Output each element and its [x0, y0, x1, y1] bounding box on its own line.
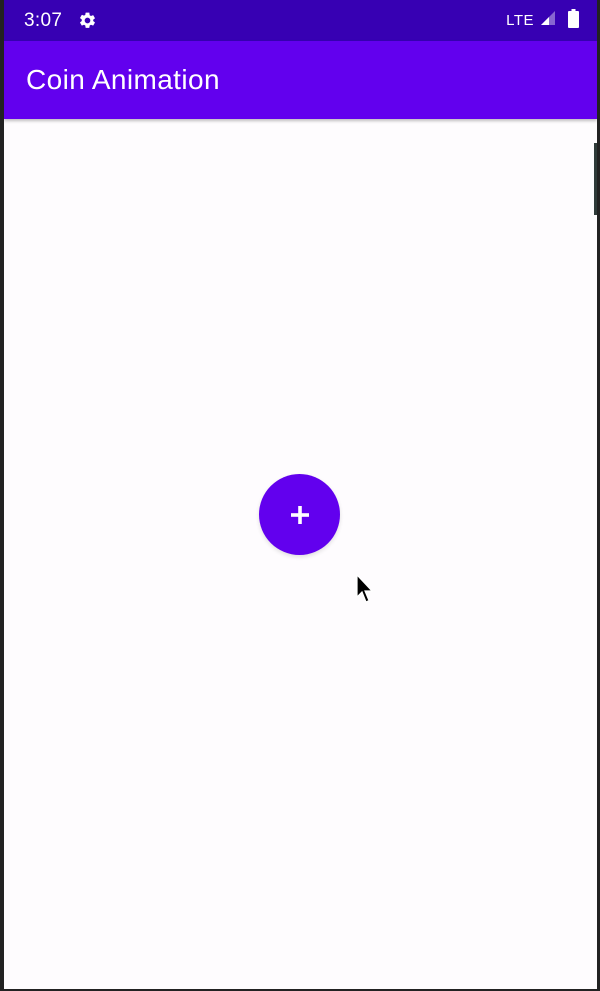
- app-title: Coin Animation: [26, 64, 220, 95]
- status-icons: LTE: [506, 8, 579, 33]
- scroll-indicator: [594, 143, 597, 215]
- battery-icon: [568, 8, 579, 33]
- device-screen: 3:07 LTE Coin Animation: [0, 0, 600, 991]
- mouse-pointer-icon: [356, 573, 374, 604]
- network-type-label: LTE: [506, 12, 534, 29]
- plus-icon: [290, 505, 310, 525]
- add-fab-button[interactable]: [259, 474, 340, 555]
- signal-icon: [538, 10, 556, 31]
- app-bar: Coin Animation: [4, 41, 597, 119]
- status-bar: 3:07 LTE: [4, 0, 597, 41]
- settings-gear-icon: [78, 11, 97, 30]
- status-time: 3:07: [24, 9, 63, 31]
